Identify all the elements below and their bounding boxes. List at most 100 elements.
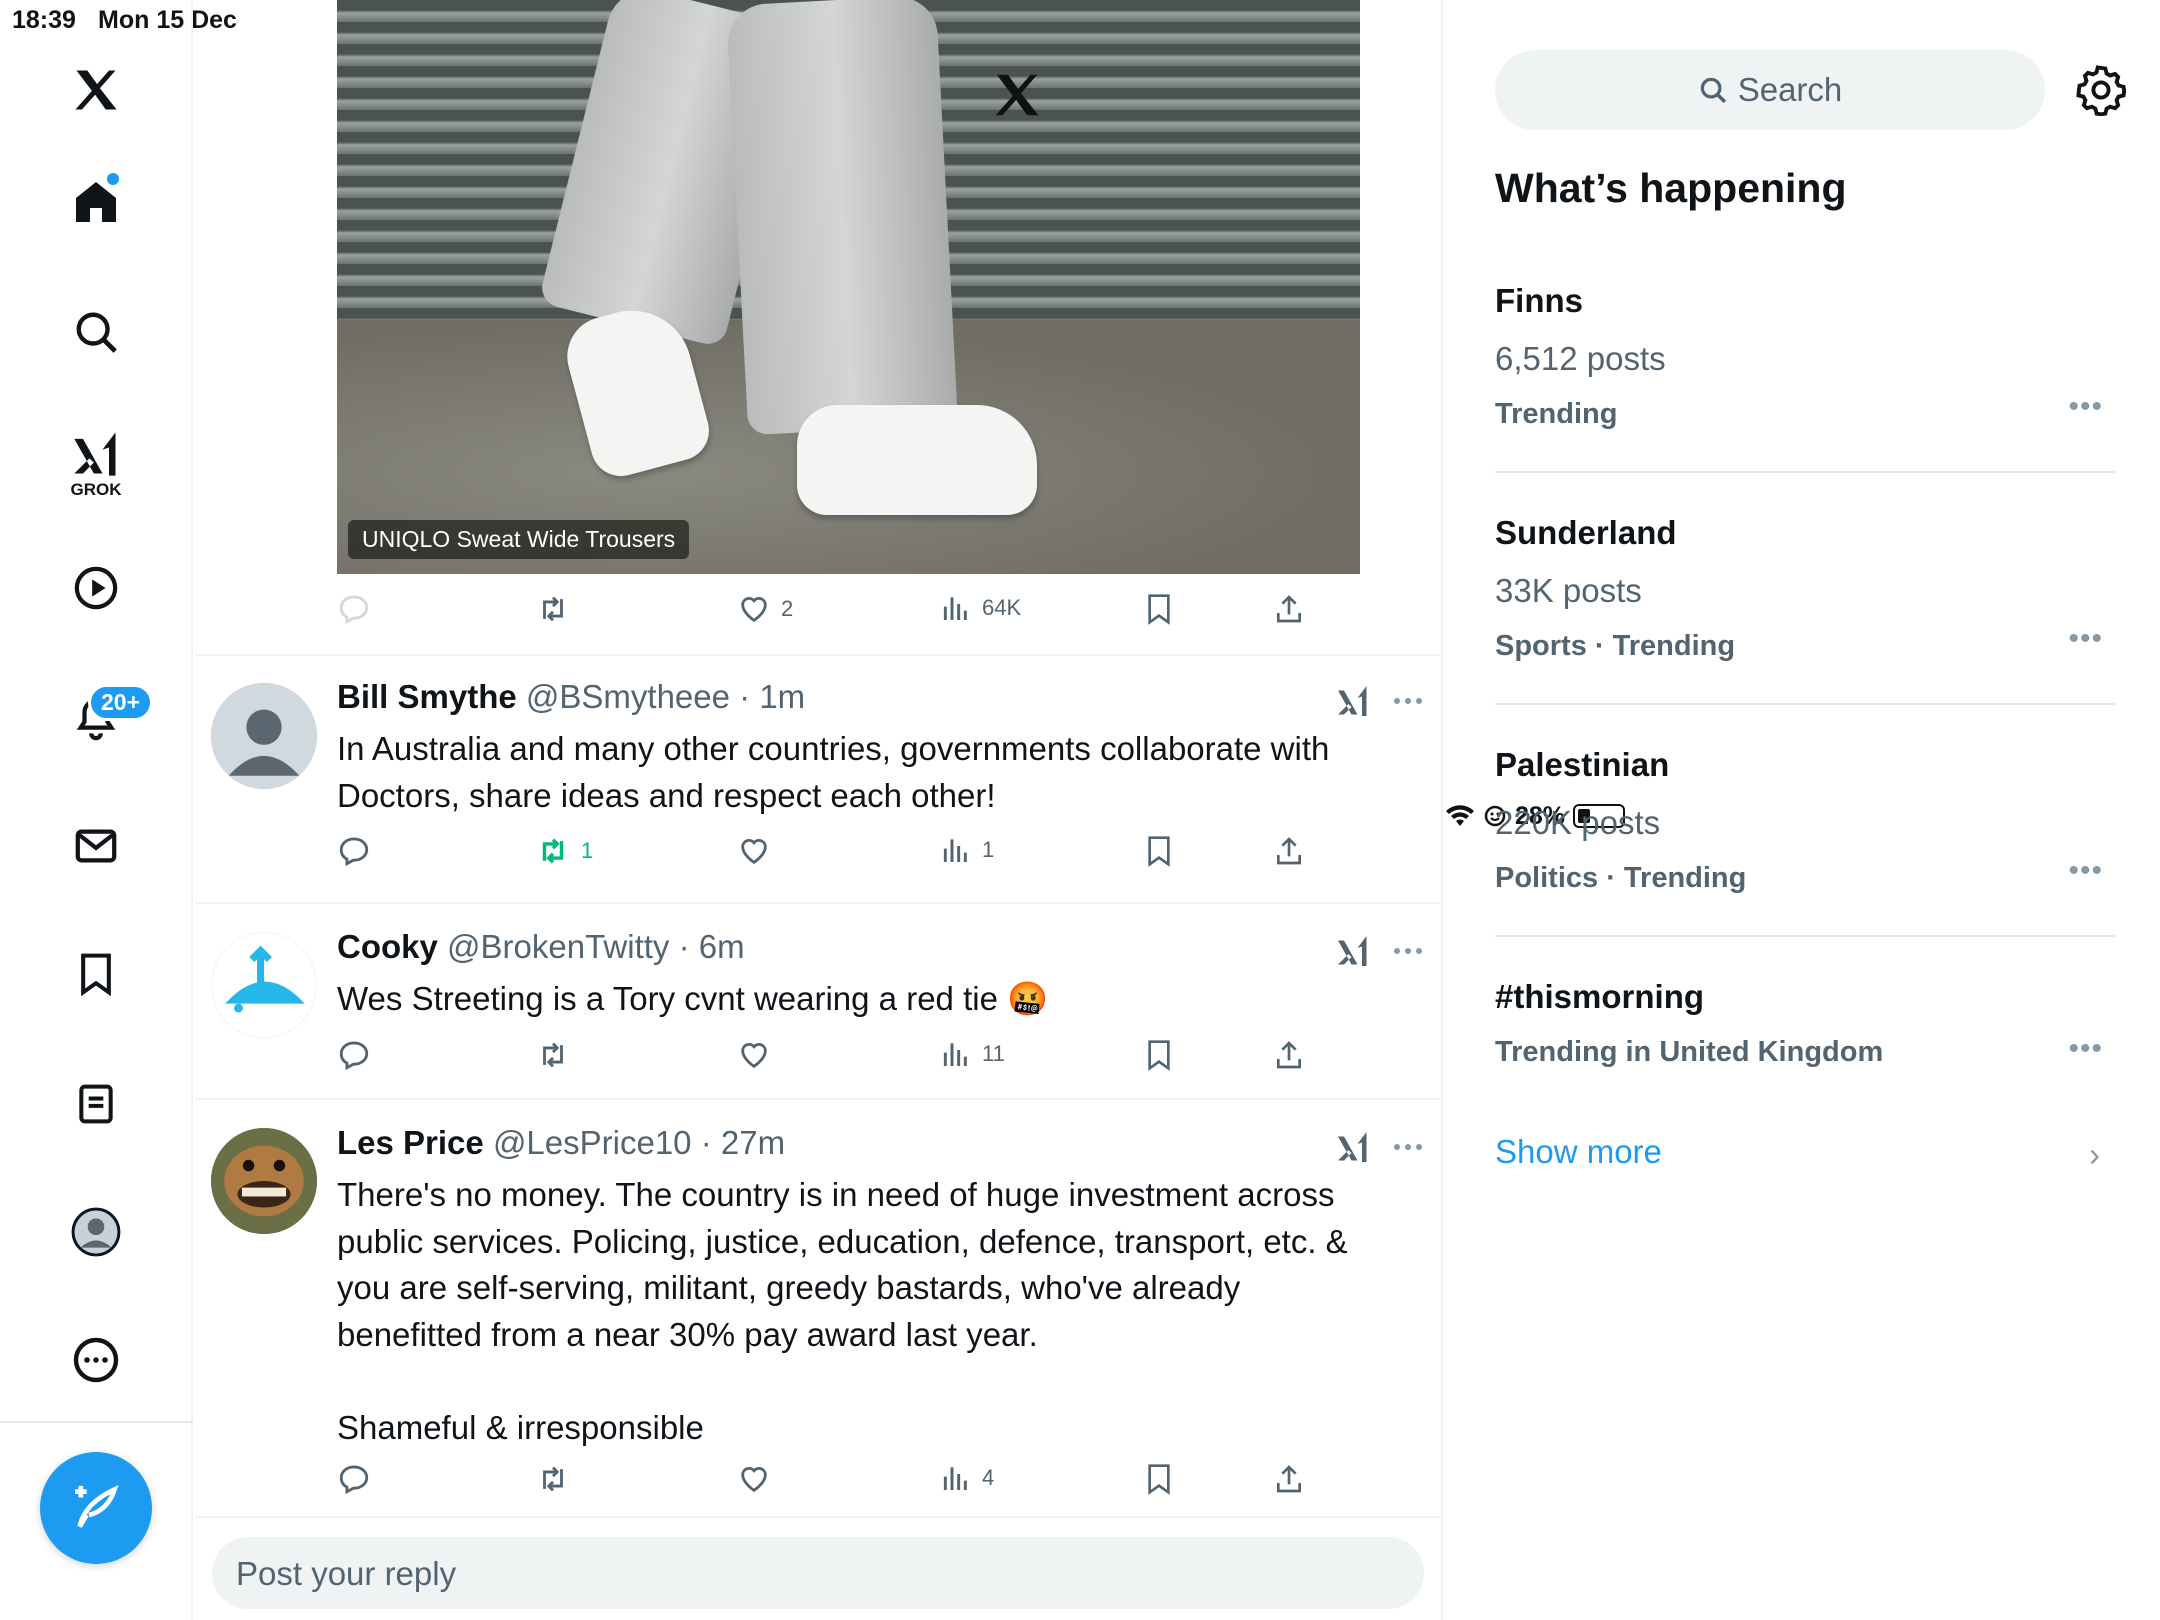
trend-item[interactable]: Palestinian 220K posts Politics · Trendi…: [1495, 746, 2115, 895]
search-placeholder: Search: [1737, 71, 1843, 108]
reply-button[interactable]: [337, 1038, 371, 1072]
repost-button[interactable]: [535, 1038, 571, 1072]
tweet-header: Bill Smythe @BSmytheee · 1m: [337, 678, 805, 716]
trend-more-icon[interactable]: •••: [2068, 390, 2103, 424]
divider: [195, 1516, 1443, 1518]
post-time[interactable]: 6m: [699, 928, 745, 965]
author-handle[interactable]: @LesPrice10: [493, 1124, 692, 1161]
image-label: UNIQLO Sweat Wide Trousers: [348, 520, 690, 559]
more-options-icon[interactable]: [1393, 946, 1423, 956]
bookmark-button[interactable]: [1143, 1462, 1175, 1496]
author-name[interactable]: Cooky: [337, 928, 438, 965]
tweet-tools: [1335, 934, 1423, 968]
trend-count: 220K posts: [1495, 804, 1661, 841]
search-icon[interactable]: [66, 302, 126, 362]
tweet-actions: 11: [337, 1038, 1337, 1082]
repost-button[interactable]: [535, 1462, 571, 1496]
settings-gear-icon[interactable]: [2075, 64, 2127, 121]
share-icon: [1277, 1465, 1301, 1493]
trend-item[interactable]: Sunderland 33K posts Sports · Trending •…: [1495, 514, 2115, 663]
tweet-actions: 1 1: [337, 834, 1337, 878]
trend-more-icon[interactable]: •••: [2068, 622, 2103, 656]
bookmark-button[interactable]: [1143, 592, 1175, 626]
trend-divider: [1495, 703, 2115, 705]
more-options-icon[interactable]: [1393, 1142, 1423, 1152]
bookmark-button[interactable]: [1143, 834, 1175, 868]
more-options-icon[interactable]: [1393, 696, 1423, 706]
avatar[interactable]: [211, 932, 317, 1038]
bookmarks-icon[interactable]: [66, 944, 126, 1004]
reply-icon: [339, 837, 369, 867]
views-count: 1: [982, 837, 995, 862]
video-icon[interactable]: [66, 558, 126, 618]
feed: UNIQLO Sweat Wide Trousers uniq 2 64K: [195, 0, 1443, 1620]
photo-right-leg: [725, 0, 959, 436]
search-input[interactable]: Search: [1495, 50, 2045, 130]
chevron-right-icon[interactable]: ›: [2089, 1136, 2100, 1174]
show-more-link[interactable]: Show more: [1495, 1133, 1662, 1171]
grok-icon[interactable]: [66, 424, 126, 484]
trend-more-icon[interactable]: •••: [2068, 1032, 2103, 1066]
trend-more-icon[interactable]: •••: [2068, 854, 2103, 888]
like-button[interactable]: [737, 834, 771, 868]
reply-input[interactable]: Post your reply: [212, 1537, 1424, 1609]
author-name[interactable]: Bill Smythe: [337, 678, 517, 715]
trend-item[interactable]: Finns 6,512 posts Trending •••: [1495, 282, 2115, 431]
repost-button[interactable]: 1: [535, 834, 593, 868]
post-time[interactable]: 27m: [721, 1124, 785, 1161]
reply-button[interactable]: [337, 834, 371, 868]
like-button[interactable]: [737, 1038, 771, 1072]
share-button[interactable]: [1273, 834, 1305, 868]
post-time[interactable]: 1m: [759, 678, 805, 715]
grok-icon[interactable]: [1335, 934, 1371, 968]
trend-count: 6,512 posts: [1495, 340, 1666, 377]
author-handle[interactable]: @BrokenTwitty: [447, 928, 669, 965]
x-logo-icon[interactable]: [66, 60, 126, 120]
avatar[interactable]: [211, 683, 317, 789]
grok-icon[interactable]: [1335, 684, 1371, 718]
repost-count: 1: [581, 838, 594, 863]
trend-category: Politics · Trending: [1495, 862, 1747, 894]
author-handle[interactable]: @BSmytheee: [526, 678, 730, 715]
bookmark-button[interactable]: [1143, 1038, 1175, 1072]
share-button[interactable]: [1273, 1462, 1305, 1496]
reply-button[interactable]: [337, 592, 371, 626]
author-name[interactable]: Les Price: [337, 1124, 484, 1161]
views-button[interactable]: 11: [940, 1038, 1005, 1070]
views-button[interactable]: 4: [940, 1462, 994, 1494]
trend-name: Sunderland: [1495, 514, 1677, 551]
compose-icon: [75, 1484, 119, 1528]
trend-name: #thismorning: [1495, 978, 1705, 1015]
grok-icon[interactable]: [1335, 1130, 1371, 1164]
separator-dot: ·: [700, 1124, 712, 1161]
whats-happening-title: What’s happening: [1495, 165, 1847, 211]
trend-divider: [1495, 935, 2115, 937]
post-photo[interactable]: UNIQLO Sweat Wide Trousers: [337, 0, 1360, 574]
repost-button[interactable]: [535, 592, 571, 626]
share-button[interactable]: [1273, 1038, 1305, 1072]
views-count: 64K: [982, 595, 1022, 620]
share-button[interactable]: [1273, 592, 1305, 626]
reply-button[interactable]: [337, 1462, 371, 1496]
repost-icon: [543, 1466, 563, 1492]
media-carousel[interactable]: UNIQLO Sweat Wide Trousers uniq: [337, 0, 1360, 574]
like-button[interactable]: 2: [737, 592, 793, 626]
bookmark-icon: [1148, 836, 1170, 867]
lists-icon[interactable]: [66, 1074, 126, 1134]
avatar[interactable]: [211, 1128, 317, 1234]
profile-icon[interactable]: [66, 1202, 126, 1262]
home-unread-dot: [107, 173, 119, 185]
reply-icon: [339, 595, 369, 625]
trend-item[interactable]: #thismorning Trending in United Kingdom …: [1495, 978, 2115, 1069]
views-button[interactable]: 64K: [940, 592, 1021, 624]
views-count: 4: [982, 1465, 995, 1490]
more-icon[interactable]: [66, 1330, 126, 1390]
tweet-tools: [1335, 1130, 1423, 1164]
messages-icon[interactable]: [66, 816, 126, 876]
like-button[interactable]: [737, 1462, 771, 1496]
heart-icon: [741, 1467, 767, 1493]
views-button[interactable]: 1: [940, 834, 994, 866]
compose-button[interactable]: [40, 1452, 152, 1564]
tweet-text: In Australia and many other countries, g…: [337, 730, 1330, 814]
views-icon: [943, 1467, 967, 1490]
